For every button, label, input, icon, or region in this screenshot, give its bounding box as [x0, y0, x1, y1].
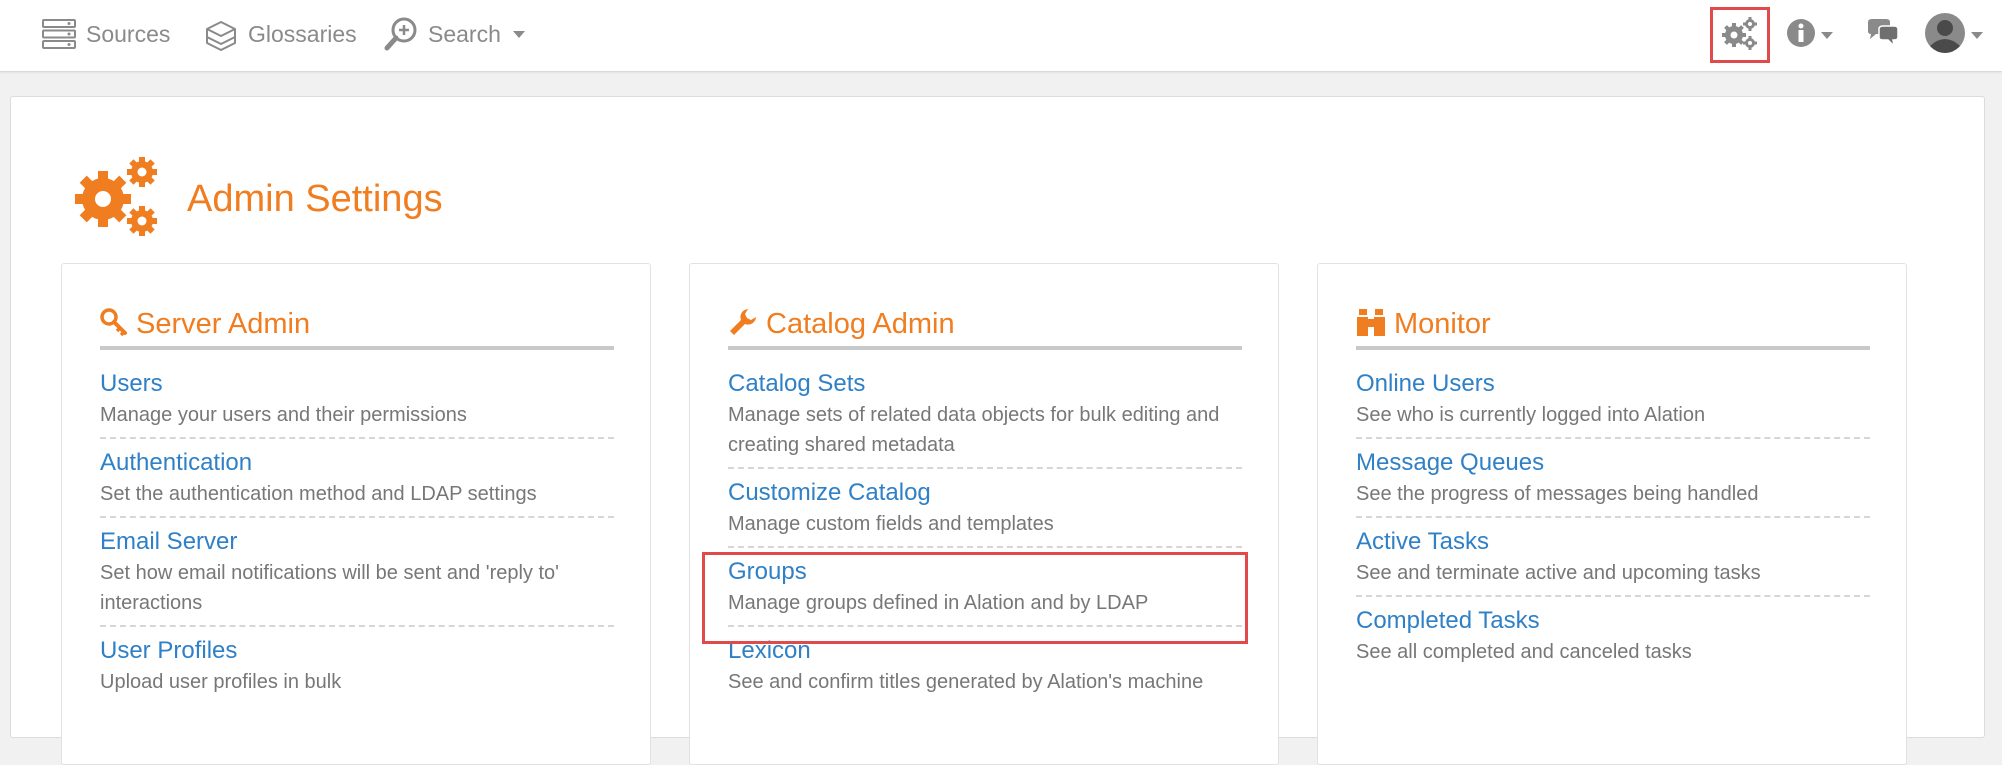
email-server-link[interactable]: Email Server [100, 526, 237, 558]
active-tasks-link[interactable]: Active Tasks [1356, 526, 1489, 558]
nav-sources[interactable]: Sources [42, 14, 170, 54]
customize-catalog-link[interactable]: Customize Catalog [728, 477, 931, 509]
catalog-sets-link[interactable]: Catalog Sets [728, 368, 865, 400]
user-profiles-link[interactable]: User Profiles [100, 635, 237, 667]
chevron-down-icon [1970, 31, 1983, 39]
authentication-link[interactable]: Authentication [100, 447, 252, 479]
item-description: Set the authentication method and LDAP s… [100, 483, 537, 505]
search-plus-icon [384, 17, 418, 51]
nav-glossaries-label: Glossaries [248, 20, 357, 47]
chevron-down-icon [512, 30, 525, 38]
server-admin-card: Server Admin Users Manage your users and… [61, 263, 651, 765]
key-icon [100, 307, 128, 341]
item-description: Manage sets of related data objects for … [728, 404, 1220, 456]
server-admin-title: Server Admin [136, 307, 311, 340]
nav-glossaries[interactable]: Glossaries [204, 14, 357, 54]
nav-sources-label: Sources [86, 20, 171, 47]
list-item: Completed Tasks See all completed and ca… [1356, 601, 1870, 674]
item-description: See all completed and canceled tasks [1356, 641, 1692, 663]
item-description: Set how email notifications will be sent… [100, 562, 559, 614]
monitor-title: Monitor [1394, 307, 1491, 340]
list-item: User Profiles Upload user profiles in bu… [100, 631, 614, 704]
list-item: Groups Manage groups defined in Alation … [728, 552, 1242, 627]
list-item: Email Server Set how email notifications… [100, 522, 614, 627]
lexicon-link[interactable]: Lexicon [728, 635, 811, 667]
item-description: See and terminate active and upcoming ta… [1356, 562, 1761, 584]
item-description: Manage groups defined in Alation and by … [728, 592, 1149, 614]
catalog-admin-header: Catalog Admin [728, 302, 1242, 350]
message-queues-link[interactable]: Message Queues [1356, 447, 1544, 479]
catalog-admin-list: Catalog Sets Manage sets of related data… [728, 364, 1242, 708]
catalog-admin-card: Catalog Admin Catalog Sets Manage sets o… [689, 263, 1279, 765]
groups-link[interactable]: Groups [728, 556, 807, 588]
item-description: See who is currently logged into Alation [1356, 404, 1706, 426]
list-item: Lexicon See and confirm titles generated… [728, 631, 1242, 704]
item-description: See the progress of messages being handl… [1356, 483, 1759, 505]
monitor-card: Monitor Online Users See who is currentl… [1317, 263, 1907, 765]
list-item: Online Users See who is currently logged… [1356, 364, 1870, 439]
admin-settings-button[interactable] [1710, 7, 1770, 63]
nav-search-label: Search [428, 20, 501, 47]
server-admin-list: Users Manage your users and their permis… [100, 364, 614, 708]
top-navbar: Sources Glossaries Search [0, 0, 2002, 72]
page-title: Admin Settings [187, 178, 443, 220]
monitor-header: Monitor [1356, 302, 1870, 350]
monitor-list: Online Users See who is currently logged… [1356, 364, 1870, 678]
item-description: Manage your users and their permissions [100, 404, 467, 426]
gears-icon [1721, 15, 1759, 56]
info-dropdown[interactable] [1784, 12, 1834, 58]
list-item: Users Manage your users and their permis… [100, 364, 614, 439]
list-item: Customize Catalog Manage custom fields a… [728, 473, 1242, 548]
catalog-admin-title: Catalog Admin [766, 307, 955, 340]
chevron-down-icon [1820, 31, 1833, 39]
item-description: See and confirm titles generated by Alat… [728, 671, 1204, 693]
completed-tasks-link[interactable]: Completed Tasks [1356, 605, 1540, 637]
chat-bubbles-icon [1864, 18, 1900, 53]
item-description: Upload user profiles in bulk [100, 671, 342, 693]
server-stack-icon [42, 19, 76, 49]
server-admin-header: Server Admin [100, 302, 614, 350]
user-menu-dropdown[interactable] [1922, 12, 1984, 58]
books-icon [204, 17, 238, 51]
list-item: Message Queues See the progress of messa… [1356, 443, 1870, 518]
chat-button[interactable] [1862, 12, 1902, 58]
list-item: Active Tasks See and terminate active an… [1356, 522, 1870, 597]
online-users-link[interactable]: Online Users [1356, 368, 1495, 400]
item-description: Manage custom fields and templates [728, 513, 1054, 535]
page-header: Admin Settings [71, 155, 443, 244]
user-avatar-icon [1924, 12, 1966, 59]
users-link[interactable]: Users [100, 368, 163, 400]
nav-search-dropdown[interactable]: Search [384, 14, 525, 54]
list-item: Catalog Sets Manage sets of related data… [728, 364, 1242, 469]
wrench-icon [728, 307, 758, 342]
list-item: Authentication Set the authentication me… [100, 443, 614, 518]
info-circle-icon [1786, 18, 1816, 53]
admin-settings-panel: Admin Settings Server Admin Users Manage… [10, 96, 1985, 765]
gears-icon [71, 155, 163, 244]
binoculars-icon [1356, 307, 1386, 342]
